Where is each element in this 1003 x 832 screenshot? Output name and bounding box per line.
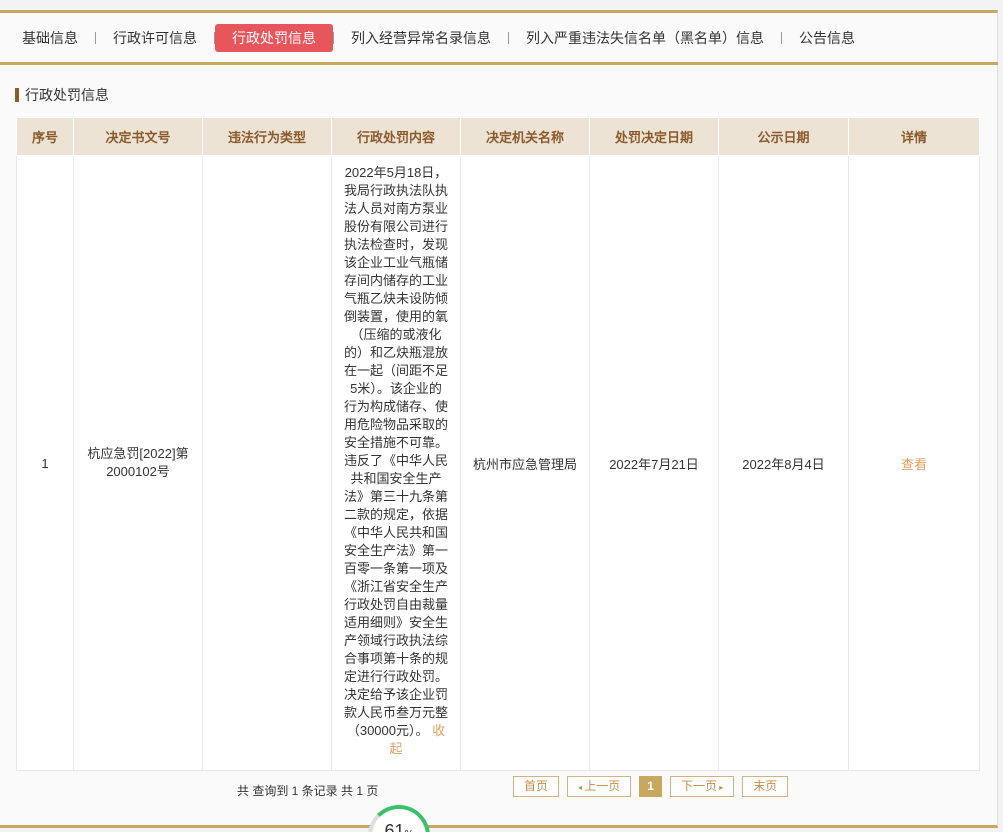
header-violation-type: 违法行为类型: [202, 117, 332, 156]
main-frame: 基础信息 行政许可信息 行政处罚信息 列入经营异常名录信息 列入严重违法失信名单…: [0, 10, 998, 828]
tab-basic-info[interactable]: 基础信息: [5, 24, 95, 52]
cell-doc-no: 杭应急罚[2022]第2000102号: [73, 155, 203, 771]
gauge-value: 61: [384, 821, 405, 832]
cell-violation-type: [202, 155, 332, 771]
header-index: 序号: [16, 117, 74, 156]
penalty-table: 序号 决定书文号 违法行为类型 行政处罚内容 决定机关名称 处罚决定日期 公示日…: [16, 117, 980, 771]
header-authority: 决定机关名称: [460, 117, 590, 156]
tab-bar: 基础信息 行政许可信息 行政处罚信息 列入经营异常名录信息 列入严重违法失信名单…: [0, 13, 998, 65]
cell-publish-date: 2022年8月4日: [718, 155, 849, 771]
tab-announcements[interactable]: 公告信息: [782, 24, 872, 52]
header-publish-date: 公示日期: [718, 117, 849, 156]
cell-decision-date: 2022年7月21日: [589, 155, 719, 771]
tab-admin-penalty[interactable]: 行政处罚信息: [215, 23, 333, 52]
pagination: 首页 ◂ 上一页 1 下一页 ▸ 末页: [513, 776, 789, 797]
header-content: 行政处罚内容: [331, 117, 461, 156]
cell-detail: 查看: [848, 155, 980, 771]
last-page-button[interactable]: 末页: [742, 776, 789, 797]
cell-index: 1: [16, 155, 74, 771]
tab-blacklist[interactable]: 列入严重违法失信名单（黑名单）信息: [509, 24, 781, 52]
table-header-row: 序号 决定书文号 违法行为类型 行政处罚内容 决定机关名称 处罚决定日期 公示日…: [16, 117, 980, 156]
tab-abnormal-list[interactable]: 列入经营异常名录信息: [334, 24, 508, 52]
next-page-button[interactable]: 下一页 ▸: [669, 776, 735, 797]
section-title: 行政处罚信息: [15, 88, 109, 102]
view-detail-link[interactable]: 查看: [901, 457, 927, 472]
table-row: 1 杭应急罚[2022]第2000102号 2022年5月18日，我局行政执法队…: [16, 155, 980, 771]
pager-info: 共 查询到 1 条记录 共 1 页: [237, 784, 379, 798]
cell-content: 2022年5月18日，我局行政执法队执法人员对南方泵业股份有限公司进行执法检查时…: [331, 155, 461, 771]
chevron-right-icon: ▸: [716, 783, 724, 792]
first-page-button[interactable]: 首页: [513, 776, 560, 797]
current-page-button[interactable]: 1: [639, 776, 662, 797]
cell-authority: 杭州市应急管理局: [460, 155, 590, 771]
prev-page-button[interactable]: ◂ 上一页: [567, 776, 632, 797]
header-decision-date: 处罚决定日期: [589, 117, 719, 156]
prev-page-label: 上一页: [584, 779, 621, 793]
header-doc-no: 决定书文号: [73, 117, 203, 156]
header-detail: 详情: [848, 117, 980, 156]
penalty-content-text: 2022年5月18日，我局行政执法队执法人员对南方泵业股份有限公司进行执法检查时…: [344, 165, 449, 738]
next-page-label: 下一页: [680, 779, 717, 793]
tab-admin-license[interactable]: 行政许可信息: [96, 24, 214, 52]
